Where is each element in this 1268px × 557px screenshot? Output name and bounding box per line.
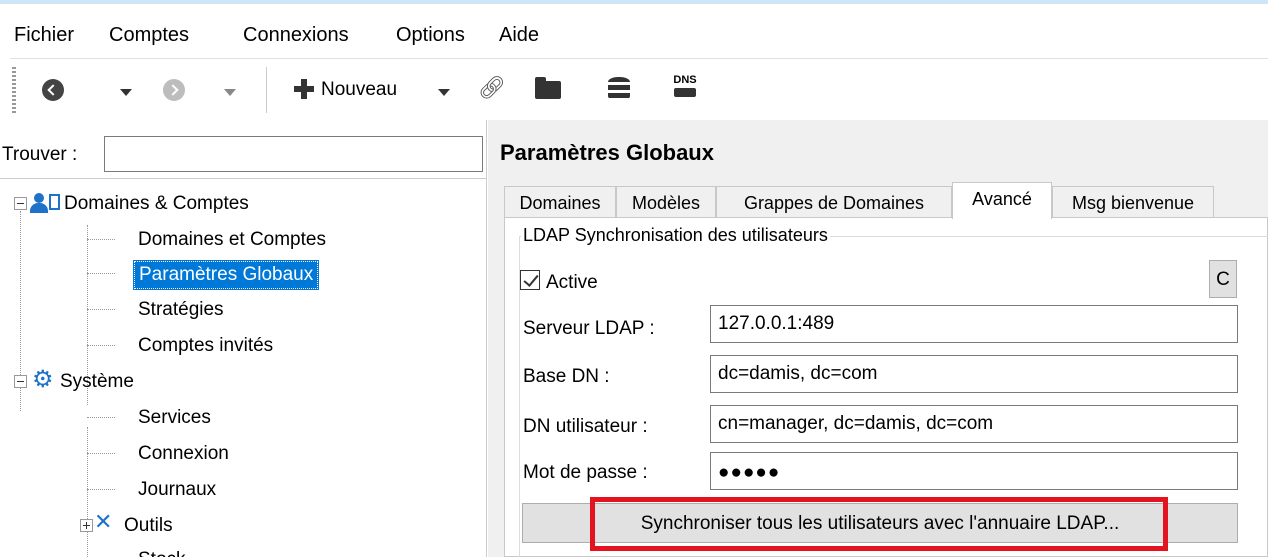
dns-icon-label: DNS	[673, 74, 697, 86]
server-field[interactable]	[710, 305, 1238, 343]
tree-item-strategies[interactable]: Stratégies	[138, 299, 224, 321]
tree-item-journaux[interactable]: Journaux	[138, 479, 216, 501]
back-dropdown-chevron-icon[interactable]	[120, 89, 132, 96]
tree-connector	[87, 273, 115, 274]
active-checkbox[interactable]	[520, 270, 540, 290]
page-title: Paramètres Globaux	[500, 140, 714, 165]
userdn-label: DN utilisateur :	[523, 416, 648, 437]
tree-connector	[87, 417, 115, 418]
toolbar: Nouveau 🔗︎ DNS	[10, 58, 1268, 120]
navigation-tree: Domaines & Comptes Domaines et Comptes P…	[0, 178, 487, 557]
database-icon[interactable]	[608, 77, 630, 101]
dns-icon[interactable]: DNS	[670, 75, 700, 97]
tools-icon: ✕	[94, 509, 113, 534]
menu-comptes[interactable]: Comptes	[109, 24, 189, 47]
tree-connector	[87, 239, 115, 240]
basedn-label: Base DN :	[523, 366, 610, 387]
basedn-field[interactable]	[710, 355, 1238, 393]
folder-icon[interactable]	[535, 77, 561, 99]
link-icon[interactable]: 🔗︎	[478, 75, 506, 101]
menu-options[interactable]: Options	[396, 24, 465, 47]
new-button[interactable]: Nouveau	[321, 79, 397, 101]
password-field[interactable]: ●●●●●	[710, 452, 1238, 490]
side-button[interactable]: C	[1209, 260, 1237, 298]
collapse-toggle-domains[interactable]	[14, 197, 27, 210]
ldap-group-title: LDAP Synchronisation des utilisateurs	[521, 225, 830, 246]
new-dropdown-chevron-icon[interactable]	[438, 89, 450, 96]
tab-domaines[interactable]: Domaines	[504, 186, 616, 218]
tree-item-systeme[interactable]: Système	[60, 371, 134, 393]
active-label: Active	[546, 272, 598, 293]
userdn-field[interactable]	[710, 405, 1238, 443]
back-icon[interactable]	[42, 79, 64, 101]
menu-aide[interactable]: Aide	[499, 24, 539, 47]
tab-modeles[interactable]: Modèles	[616, 186, 716, 218]
tree-item-stock[interactable]: Stock	[138, 549, 186, 557]
toolbar-separator	[266, 67, 267, 113]
gear-icon: ⚙	[32, 366, 54, 393]
tree-connector	[87, 309, 115, 310]
tree-item-connexion[interactable]: Connexion	[138, 443, 229, 465]
tree-item-parametres-globaux[interactable]: Paramètres Globaux	[132, 260, 320, 290]
menu-connexions[interactable]: Connexions	[243, 24, 349, 47]
highlight-box	[590, 497, 1168, 551]
plus-icon[interactable]	[294, 79, 314, 99]
menu-bar: Fichier Comptes Connexions Options Aide	[0, 0, 1268, 58]
tree-item-services[interactable]: Services	[138, 407, 211, 429]
toolbar-grip[interactable]	[12, 67, 16, 113]
expand-toggle-tools[interactable]	[80, 519, 93, 532]
forward-icon[interactable]	[163, 79, 185, 101]
user-card-icon	[30, 191, 64, 217]
tree-item-domains-accounts[interactable]: Domaines & Comptes	[64, 193, 249, 215]
tree-connector	[87, 489, 115, 490]
password-label: Mot de passe :	[523, 462, 648, 483]
tab-avance[interactable]: Avancé	[952, 182, 1052, 219]
tab-grappes-de-domaines[interactable]: Grappes de Domaines	[716, 186, 952, 218]
collapse-toggle-system[interactable]	[14, 375, 27, 388]
tree-item-comptes-invites[interactable]: Comptes invités	[138, 335, 273, 357]
navigation-pane: Trouver : Domaines & Comptes Domaines et…	[0, 120, 487, 557]
menu-fichier[interactable]: Fichier	[14, 24, 74, 47]
tree-item-domaines-et-comptes[interactable]: Domaines et Comptes	[138, 229, 326, 251]
search-label: Trouver :	[2, 144, 78, 165]
tree-connector	[87, 427, 88, 557]
forward-dropdown-chevron-icon[interactable]	[224, 89, 236, 96]
tab-msg-bienvenue[interactable]: Msg bienvenue	[1052, 186, 1214, 218]
server-label: Serveur LDAP :	[523, 318, 655, 339]
tree-connector	[87, 345, 115, 346]
search-input[interactable]	[104, 136, 483, 172]
tree-connector	[87, 453, 115, 454]
tree-item-outils[interactable]: Outils	[124, 515, 173, 537]
